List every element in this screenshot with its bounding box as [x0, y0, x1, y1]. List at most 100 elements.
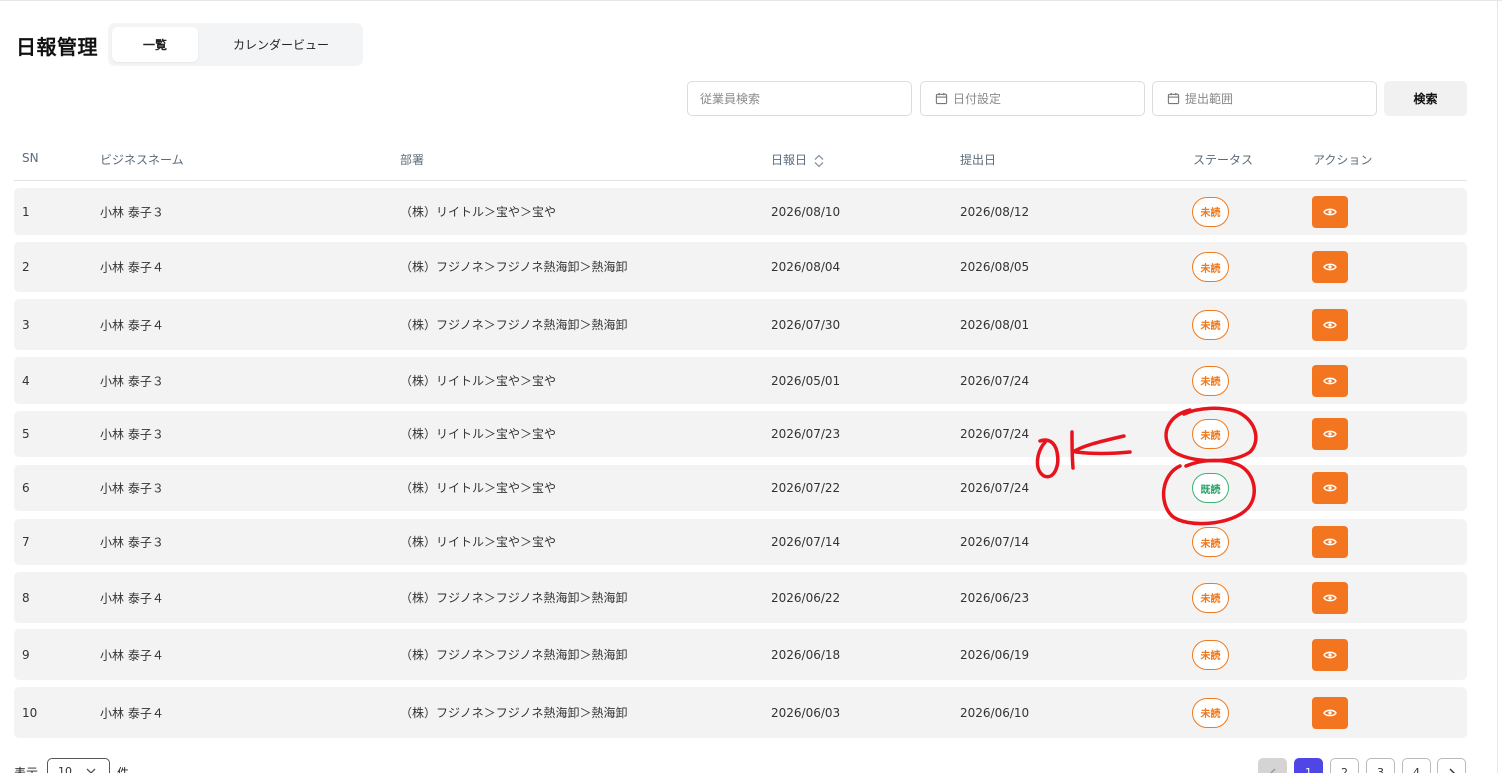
- table-row: 4 小林 泰子３ （株）リイトル＞宝や＞宝や 2026/05/01 2026/07/24…: [14, 357, 1467, 404]
- status-badge: 未読: [1192, 196, 1229, 227]
- cell-report-date: 2026/08/04: [771, 260, 841, 274]
- cell-business-name: 小林 泰子４: [100, 318, 164, 332]
- table-row: 5 小林 泰子３ （株）リイトル＞宝や＞宝や 2026/07/23 2026/07/24…: [14, 411, 1467, 457]
- chevron-right-icon: [1449, 768, 1455, 773]
- tab-list[interactable]: 一覧: [112, 27, 198, 62]
- date-picker-input[interactable]: 日付設定: [920, 81, 1145, 116]
- chevron-left-icon: [1269, 768, 1275, 773]
- cell-report-date: 2026/05/01: [771, 373, 841, 388]
- view-button[interactable]: [1312, 696, 1348, 729]
- status-badge: 未読: [1192, 309, 1229, 340]
- cell-sn: 5: [22, 427, 30, 441]
- calendar-icon: [1167, 92, 1180, 105]
- cell-report-date: 2026/07/30: [771, 317, 841, 332]
- table-row: 7 小林 泰子３ （株）リイトル＞宝や＞宝や 2026/07/14 2026/07/14…: [14, 519, 1467, 565]
- eye-icon: [1323, 321, 1337, 328]
- cell-submitted-date: 2026/06/10: [960, 705, 1030, 720]
- header-report-date-label: 日報日: [771, 153, 808, 167]
- header-report-date[interactable]: 日報日: [771, 151, 825, 168]
- cell-business-name: 小林 泰子３: [100, 427, 164, 442]
- range-placeholder: 提出範囲: [1185, 92, 1234, 106]
- submission-range-input[interactable]: 提出範囲: [1152, 81, 1377, 116]
- cell-submitted-date: 2026/06/23: [960, 590, 1030, 605]
- view-button[interactable]: [1312, 195, 1348, 228]
- cell-sn: 1: [22, 204, 30, 219]
- employee-search-input[interactable]: 従業員検索: [687, 81, 912, 116]
- cell-business-name: 小林 泰子４: [100, 260, 164, 275]
- date-placeholder: 日付設定: [953, 92, 1002, 106]
- table-row: 8 小林 泰子４ （株）フジノネ＞フジノネ熱海卸＞熱海卸 2026/06/22 2026…: [14, 572, 1467, 623]
- table-row: 2 小林 泰子４ （株）フジノネ＞フジノネ熱海卸＞熱海卸 2026/08/04 2026…: [14, 242, 1467, 292]
- cell-business-name: 小林 泰子４: [100, 706, 164, 720]
- prev-page-button[interactable]: [1258, 758, 1287, 773]
- header-business-name: ビジネスネーム: [100, 153, 184, 167]
- cell-sn: 4: [22, 373, 30, 388]
- search-button[interactable]: 検索: [1384, 81, 1467, 116]
- cell-submitted-date: 2026/08/01: [960, 317, 1030, 332]
- cell-business-name: 小林 泰子３: [100, 481, 164, 496]
- right-border: [1497, 0, 1498, 773]
- cell-department: （株）フジノネ＞フジノネ熱海卸＞熱海卸: [400, 260, 628, 274]
- view-button[interactable]: [1312, 526, 1348, 558]
- cell-department: （株）フジノネ＞フジノネ熱海卸＞熱海卸: [400, 590, 628, 605]
- header-divider: [14, 180, 1467, 181]
- tab-calendar[interactable]: カレンダービュー: [204, 27, 358, 62]
- cell-report-date: 2026/06/18: [771, 647, 841, 662]
- cell-business-name: 小林 泰子３: [100, 374, 164, 388]
- eye-icon: [1323, 484, 1337, 492]
- cell-department: （株）リイトル＞宝や＞宝や: [400, 535, 557, 549]
- table-row: 1 小林 泰子３ （株）リイトル＞宝や＞宝や 2026/08/10 2026/08/12…: [14, 188, 1467, 235]
- cell-report-date: 2026/07/14: [771, 535, 841, 549]
- employee-search-placeholder: 従業員検索: [700, 92, 761, 106]
- view-button[interactable]: [1312, 581, 1348, 614]
- calendar-icon: [935, 92, 948, 105]
- cell-sn: 8: [22, 590, 30, 605]
- cell-submitted-date: 2026/07/24: [960, 481, 1030, 495]
- next-page-button[interactable]: [1437, 758, 1466, 773]
- per-page-value: 10: [58, 764, 72, 773]
- view-button[interactable]: [1312, 364, 1348, 397]
- page-button[interactable]: 3: [1366, 758, 1395, 773]
- unit-label: 件: [117, 766, 130, 773]
- eye-icon: [1323, 538, 1337, 546]
- view-button[interactable]: [1312, 638, 1348, 671]
- cell-submitted-date: 2026/07/24: [960, 373, 1030, 388]
- page-button[interactable]: 4: [1402, 758, 1431, 773]
- view-button[interactable]: [1312, 418, 1348, 450]
- view-button[interactable]: [1312, 251, 1348, 283]
- header-sn: SN: [22, 151, 39, 165]
- page-title: 日報管理: [16, 35, 98, 59]
- cell-sn: 9: [22, 647, 30, 662]
- eye-icon: [1323, 709, 1337, 716]
- page-button[interactable]: 2: [1330, 758, 1359, 773]
- status-badge: 未読: [1192, 365, 1229, 396]
- chevron-down-icon: [86, 768, 96, 773]
- cell-sn: 2: [22, 260, 30, 274]
- view-button[interactable]: [1312, 472, 1348, 504]
- top-border: [0, 0, 1502, 1]
- per-page-select[interactable]: 10: [47, 758, 110, 773]
- cell-submitted-date: 2026/07/14: [960, 535, 1030, 549]
- cell-submitted-date: 2026/07/24: [960, 427, 1030, 441]
- cell-sn: 6: [22, 481, 30, 495]
- cell-report-date: 2026/07/23: [771, 427, 841, 441]
- cell-report-date: 2026/06/22: [771, 590, 841, 605]
- eye-icon: [1323, 377, 1337, 384]
- cell-department: （株）リイトル＞宝や＞宝や: [400, 204, 557, 219]
- view-button[interactable]: [1312, 308, 1348, 341]
- status-badge: 未読: [1192, 419, 1229, 449]
- sort-icon[interactable]: [813, 154, 825, 168]
- header-status: ステータス: [1193, 153, 1254, 167]
- table-row: 6 小林 泰子３ （株）リイトル＞宝や＞宝や 2026/07/22 2026/07/24…: [14, 465, 1467, 511]
- page-button[interactable]: 1: [1294, 758, 1323, 773]
- cell-report-date: 2026/07/22: [771, 481, 841, 495]
- status-badge: 未読: [1192, 697, 1229, 728]
- status-badge: 既読: [1192, 473, 1229, 503]
- status-badge: 未読: [1192, 527, 1229, 557]
- cell-business-name: 小林 泰子４: [100, 648, 164, 662]
- cell-department: （株）リイトル＞宝や＞宝や: [400, 427, 557, 441]
- cell-department: （株）フジノネ＞フジノネ熱海卸＞熱海卸: [400, 705, 628, 720]
- header-submitted-date: 提出日: [960, 153, 997, 167]
- cell-sn: 10: [22, 705, 38, 720]
- table-row: 3 小林 泰子４ （株）フジノネ＞フジノネ熱海卸＞熱海卸 2026/07/30 2026…: [14, 299, 1467, 350]
